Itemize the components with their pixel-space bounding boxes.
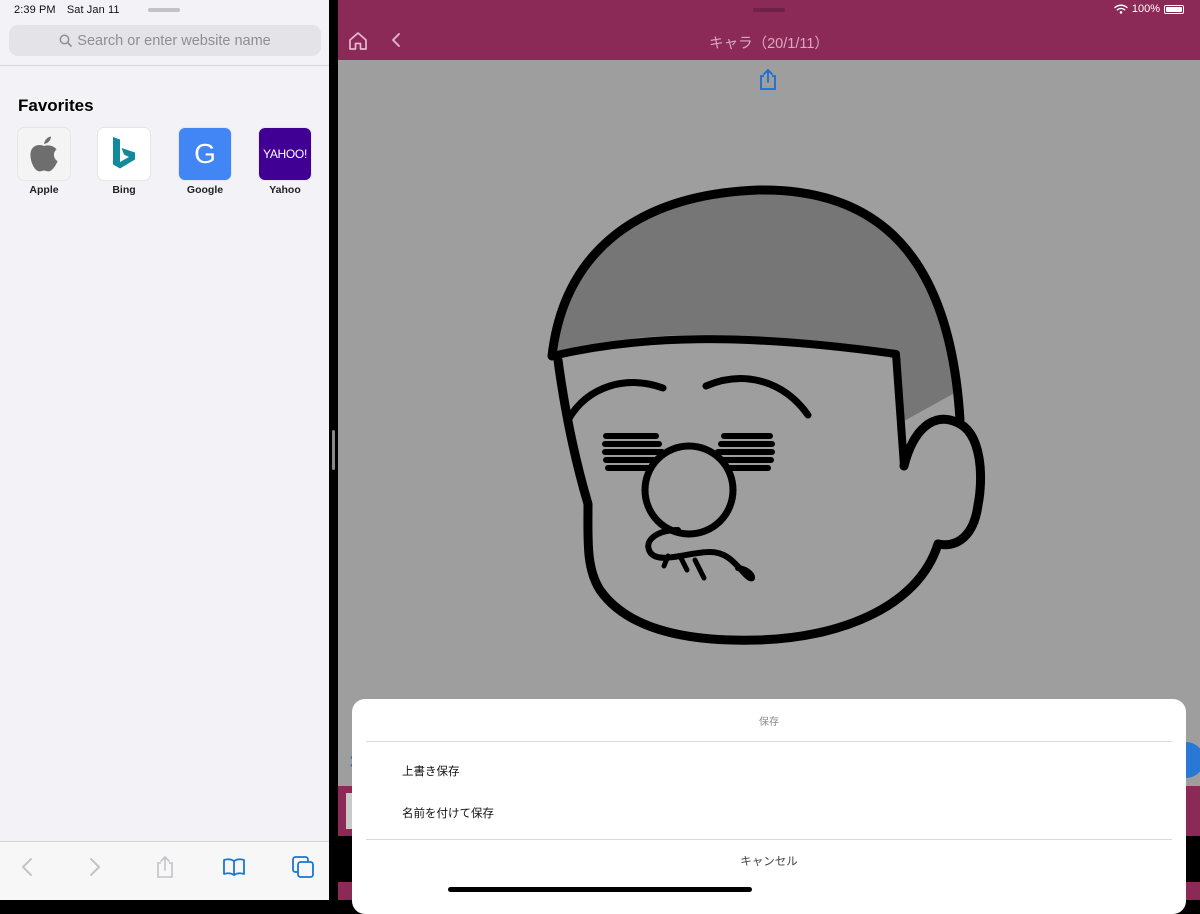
overwrite-save-option[interactable]: 上書き保存 [402, 763, 460, 779]
bookmarks-icon[interactable] [219, 852, 249, 882]
multitasking-grabber[interactable] [753, 8, 785, 12]
sheet-title: 保存 [759, 717, 779, 728]
back-icon[interactable] [12, 852, 42, 882]
divider-handle[interactable] [332, 430, 335, 470]
sheet-divider [366, 839, 1172, 840]
multitasking-grabber[interactable] [148, 8, 180, 12]
save-as-option[interactable]: 名前を付けて保存 [402, 805, 494, 821]
home-indicator[interactable] [448, 887, 752, 892]
favorite-label: Yahoo [269, 184, 301, 196]
status-date: Sat Jan 11 [66, 4, 120, 16]
google-logo-icon: G [179, 128, 231, 180]
bing-logo-icon [98, 128, 150, 180]
status-time: 2:39 PM [14, 4, 56, 16]
apple-logo-icon [18, 128, 70, 180]
yahoo-glyph: YAHOO! [263, 147, 307, 161]
tabs-icon[interactable] [288, 852, 318, 882]
favorite-label: Apple [29, 184, 59, 196]
drawing-canvas[interactable] [338, 60, 1200, 786]
search-icon [59, 34, 73, 47]
status-bar-right: 100% [1114, 3, 1184, 15]
document-title: キャラ（20/1/11） [709, 36, 829, 52]
save-action-sheet: 保存 上書き保存 名前を付けて保存 キャンセル [352, 699, 1186, 914]
safari-toolbar [0, 841, 329, 900]
search-field[interactable]: Search or enter website name [9, 25, 321, 56]
wifi-icon [1114, 4, 1128, 14]
favorite-label: Bing [112, 184, 136, 196]
battery-icon [1164, 4, 1184, 14]
favorite-label: Google [186, 184, 224, 196]
google-glyph: G [194, 138, 216, 169]
split-view-divider[interactable] [329, 0, 338, 900]
share-icon[interactable] [150, 852, 180, 882]
character-drawing [547, 185, 986, 645]
favorite-google[interactable]: G Google [175, 128, 235, 196]
favorite-apple[interactable]: Apple [14, 128, 74, 196]
forward-icon[interactable] [80, 852, 110, 882]
safari-pane: 2:39 PM Sat Jan 11 Search or enter websi… [0, 0, 329, 900]
cancel-button[interactable]: キャンセル [352, 853, 1186, 869]
status-bar-left: 2:39 PM Sat Jan 11 [14, 4, 128, 16]
sheet-divider [366, 741, 1172, 742]
favorite-bing[interactable]: Bing [94, 128, 154, 196]
toolbar-divider [0, 65, 329, 66]
search-placeholder: Search or enter website name [77, 32, 271, 49]
favorites-title: Favorites [18, 96, 94, 115]
yahoo-logo-icon: YAHOO! [259, 128, 311, 180]
favorite-yahoo[interactable]: YAHOO! Yahoo [255, 128, 315, 196]
app-navbar: 100% キャラ（20/1/11） [338, 0, 1200, 60]
battery-percent: 100% [1131, 3, 1160, 15]
